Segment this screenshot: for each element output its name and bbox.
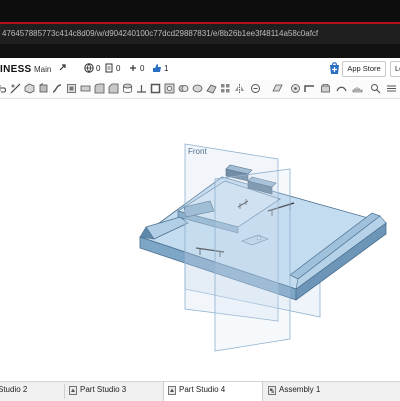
document-icon: [105, 63, 113, 73]
likes-counter[interactable]: 1: [152, 63, 174, 75]
surface-icon[interactable]: [336, 83, 347, 94]
assembly-icon: [268, 386, 276, 395]
browser-separator: [0, 44, 400, 58]
loft-icon[interactable]: [66, 83, 77, 94]
document-bar: INESS Main 0 0 0 1 App Store Le: [0, 58, 400, 81]
custom-features-icon[interactable]: [386, 83, 397, 94]
feature-toolbar: [0, 80, 400, 99]
sheet-metal-icon[interactable]: [304, 83, 315, 94]
globe-icon: [84, 63, 94, 73]
tab-assembly-1[interactable]: Assembly 1: [268, 385, 368, 398]
plane-icon[interactable]: [272, 83, 283, 94]
tab-label: Studio 2: [0, 385, 28, 394]
url-text[interactable]: 476457885773c414c8d09/w/d904240100c77dcd…: [2, 29, 318, 38]
tab-bar: Studio 2 Part Studio 3 Part Studio 4 Ass…: [0, 381, 400, 401]
variable-icon[interactable]: [250, 83, 261, 94]
frame-icon[interactable]: [320, 83, 331, 94]
measure-icon[interactable]: [352, 83, 363, 94]
link-icon[interactable]: [58, 63, 68, 73]
mate-connector-icon[interactable]: [290, 83, 301, 94]
likes-count: 1: [164, 64, 169, 73]
tab-label: Part Studio 3: [80, 385, 127, 394]
tab-label: Part Studio 4: [179, 385, 226, 394]
versions-counter[interactable]: 0: [104, 63, 126, 75]
app-store-icon[interactable]: [328, 61, 341, 75]
part-studio-icon: [168, 386, 176, 395]
right-plane[interactable]: [214, 168, 291, 352]
branch-label[interactable]: Main: [34, 65, 51, 74]
fillet-icon[interactable]: [94, 83, 105, 94]
rib-icon[interactable]: [136, 83, 147, 94]
front-plane-label: Front: [188, 147, 207, 156]
public-count: 0: [96, 64, 101, 73]
app-store-button[interactable]: App Store: [342, 61, 386, 77]
browser-top-bar: [0, 0, 400, 24]
address-bar[interactable]: 476457885773c414c8d09/w/d904240100c77dcd…: [0, 24, 400, 44]
mirror-icon[interactable]: [234, 83, 245, 94]
plus-icon: [130, 65, 136, 71]
followers-count: 0: [140, 64, 145, 73]
model-scene[interactable]: Front: [0, 99, 400, 381]
pattern-icon[interactable]: [220, 83, 231, 94]
tab-part-studio-2[interactable]: Studio 2: [0, 385, 60, 398]
graphics-viewport[interactable]: Front: [0, 99, 400, 381]
undo-icon[interactable]: [0, 83, 7, 94]
document-title[interactable]: INESS: [0, 64, 32, 75]
search-tools-icon[interactable]: [370, 83, 381, 94]
hole-icon[interactable]: [164, 83, 175, 94]
sketch-icon[interactable]: [10, 83, 21, 94]
learning-center-button[interactable]: Le: [390, 61, 400, 77]
versions-count: 0: [116, 64, 121, 73]
tab-divider: [64, 384, 65, 399]
tab-label: Assembly 1: [279, 385, 321, 394]
extrude-icon[interactable]: [24, 83, 35, 94]
thumbs-up-icon: [153, 64, 161, 72]
split-icon[interactable]: [192, 83, 203, 94]
transform-icon[interactable]: [206, 83, 217, 94]
tab-part-studio-3[interactable]: Part Studio 3: [69, 385, 159, 398]
sweep-icon[interactable]: [52, 83, 63, 94]
draft-icon[interactable]: [122, 83, 133, 94]
followers-counter[interactable]: 0: [128, 63, 148, 75]
tab-part-studio-4[interactable]: Part Studio 4: [168, 385, 258, 398]
boolean-icon[interactable]: [178, 83, 189, 94]
shell-icon[interactable]: [150, 83, 161, 94]
revolve-icon[interactable]: [38, 83, 49, 94]
thicken-icon[interactable]: [80, 83, 91, 94]
chamfer-icon[interactable]: [108, 83, 119, 94]
part-studio-icon: [69, 386, 77, 395]
